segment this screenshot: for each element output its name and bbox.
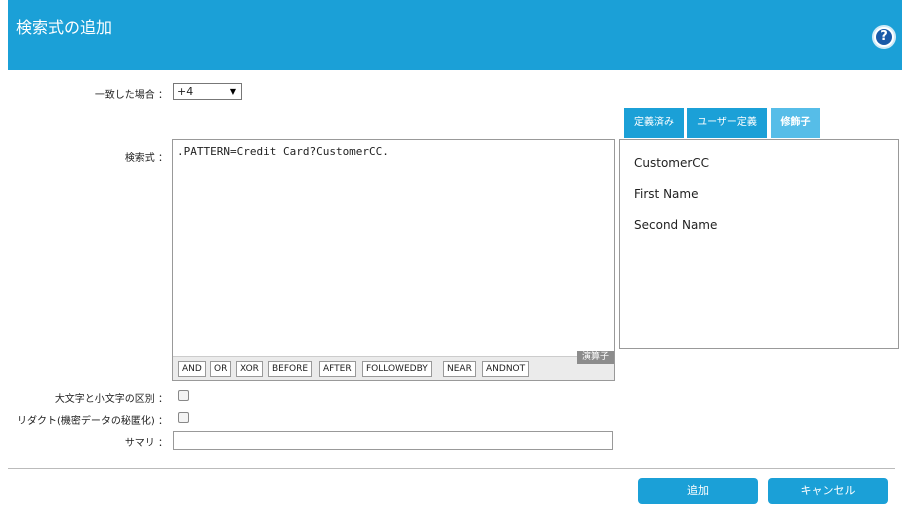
operator-followedby-button[interactable]: FOLLOWEDBY (362, 361, 432, 377)
tab-user-defined[interactable]: ユーザー定義 (687, 108, 767, 138)
expr-label: 検索式 ： (124, 153, 168, 164)
tab-modifiers[interactable]: 修飾子 (771, 108, 820, 138)
match-label: 一致した場合 ： (94, 90, 168, 101)
summary-input[interactable] (173, 431, 613, 450)
tab-predefined-label: 定義済み (634, 117, 674, 128)
footer-divider (8, 468, 895, 469)
operator-before-button[interactable]: BEFORE (268, 361, 313, 377)
dropdown-arrow-icon: ▼ (229, 87, 236, 96)
operator-andnot-button[interactable]: ANDNOT (482, 361, 530, 377)
dialog-title: 検索式の追加 (16, 18, 113, 37)
help-button[interactable]: ? (872, 25, 896, 49)
case-label: 大文字と小文字の区別 ： (54, 394, 168, 405)
tab-user-defined-label: ユーザー定義 (697, 117, 757, 128)
operator-bar: 演算子 AND OR XOR BEFORE AFTER FOLLOWEDBY N… (173, 351, 614, 380)
tab-predefined[interactable]: 定義済み (624, 108, 684, 138)
operator-or-button[interactable]: OR (210, 361, 232, 377)
dialog-header: 検索式の追加 ? (8, 0, 902, 70)
operator-near-button[interactable]: NEAR (443, 361, 476, 377)
redact-checkbox[interactable] (178, 412, 189, 423)
tab-modifiers-label: 修飾子 (780, 117, 811, 128)
expression-text: .PATTERN=Credit Card?CustomerCC. (177, 145, 389, 158)
summary-label: サマリ ： (124, 438, 168, 449)
redact-label: リダクト(機密データの秘匿化) ： (17, 416, 168, 427)
operator-xor-button[interactable]: XOR (236, 361, 263, 377)
cancel-button[interactable]: キャンセル (768, 478, 888, 504)
operator-after-button[interactable]: AFTER (319, 361, 356, 377)
list-item[interactable]: CustomerCC (634, 156, 709, 170)
operator-label: 演算子 (576, 351, 614, 364)
add-button[interactable]: 追加 (638, 478, 758, 504)
question-icon: ? (876, 29, 892, 45)
list-item[interactable]: First Name (634, 187, 698, 201)
list-item[interactable]: Second Name (634, 218, 717, 232)
modifier-list: CustomerCC First Name Second Name (619, 139, 899, 349)
expression-textarea[interactable]: .PATTERN=Credit Card?CustomerCC. 演算子 AND… (172, 139, 615, 381)
case-sensitive-checkbox[interactable] (178, 390, 189, 401)
match-select-value: +4 (177, 85, 194, 98)
match-select[interactable]: +4 ▼ (173, 83, 242, 100)
operator-and-button[interactable]: AND (178, 361, 206, 377)
